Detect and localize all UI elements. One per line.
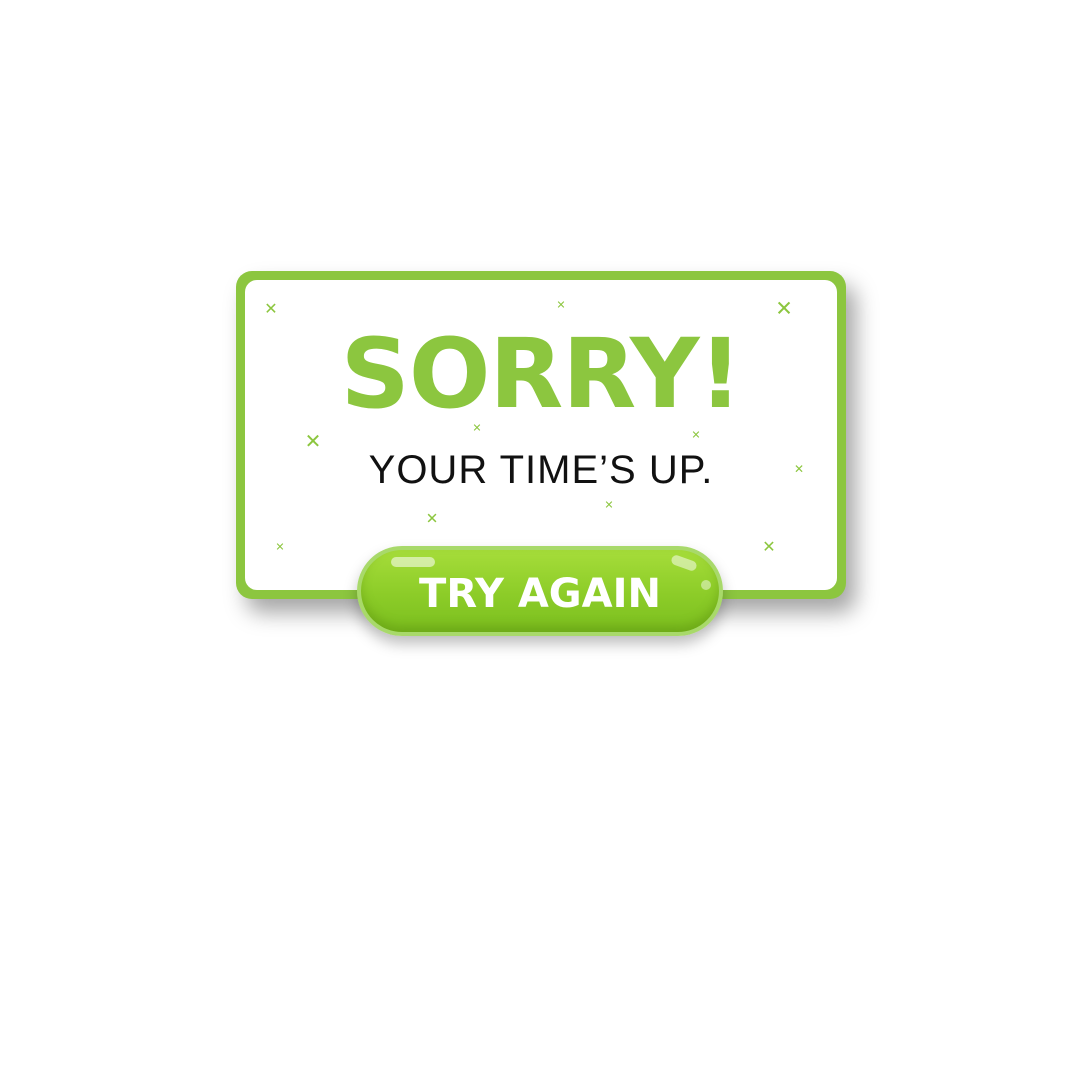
cross-icon: ✕ [793, 462, 805, 476]
cross-icon: ✕ [556, 298, 566, 312]
button-highlight [391, 557, 435, 567]
cross-icon: ✕ [775, 296, 793, 321]
cross-icon: ✕ [304, 429, 322, 453]
cross-icon: ✕ [425, 509, 439, 528]
cross-icon: ✕ [264, 299, 278, 318]
cross-icon: ✕ [472, 421, 482, 435]
cross-icon: ✕ [762, 537, 776, 556]
cross-icon: ✕ [691, 428, 701, 442]
try-again-label: TRY AGAIN [419, 571, 661, 617]
dialog-title: SORRY! [340, 318, 743, 430]
cross-icon: ✕ [275, 540, 285, 554]
dialog-message: YOUR TIME’S UP. [368, 448, 714, 492]
try-again-button[interactable]: TRY AGAIN [357, 546, 723, 636]
dialog-panel: SORRY! YOUR TIME’S UP. [245, 280, 837, 590]
button-highlight [670, 553, 698, 573]
cross-icon: ✕ [604, 498, 614, 512]
